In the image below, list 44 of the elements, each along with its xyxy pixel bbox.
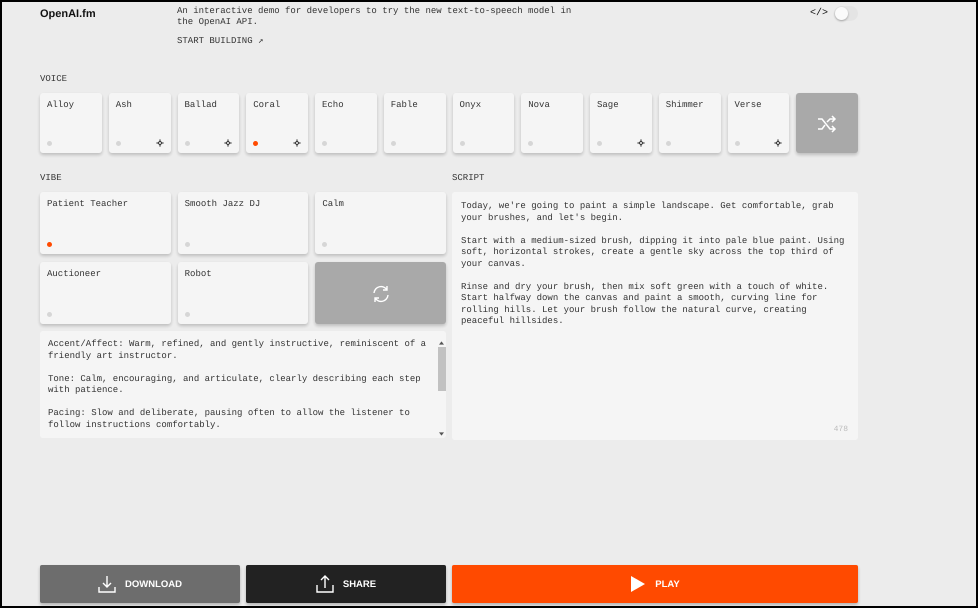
character-count: 478 [834,425,848,434]
section-label: SCRIPT [452,173,484,183]
share-button[interactable]: SHARE [246,565,446,603]
scroll-down-icon[interactable] [439,432,444,436]
sparkle-icon [293,139,301,147]
scroll-up-icon[interactable] [439,341,444,345]
voice-card[interactable]: Coral [246,93,308,153]
scrollbar[interactable] [437,339,446,438]
play-icon [630,575,646,593]
refresh-button[interactable] [315,262,446,324]
voice-card[interactable]: Onyx [452,93,514,153]
voice-card[interactable]: Ash [108,93,170,153]
sparkle-icon [156,139,164,147]
vibe-card[interactable]: Robot [178,262,308,324]
vibe-card[interactable]: Patient Teacher [40,192,171,254]
voice-card[interactable]: Sage [590,93,652,153]
sparkle-icon [224,139,232,147]
shuffle-icon [816,114,838,132]
voice-card[interactable]: Verse [728,93,790,153]
voice-card[interactable]: Echo [315,93,377,153]
instructions-field[interactable]: Accent/Affect: Warm, refined, and gently instructive, reminiscent of a friendly art instructor. Tone: Calm, encouraging, and articulate, clearly describing each step with patience. Pacing: Slow and deliberate, pausing often to allow the listener to follow instructions comfortably. [40,331,446,438]
download-icon [98,575,116,593]
refresh-icon [370,284,391,304]
voice-card[interactable]: Nova [521,93,583,153]
description: An interactive demo for developers to try the new text-to-speech model in the OpenAI API. [177,6,572,28]
vibe-card[interactable]: Auctioneer [40,262,171,324]
sparkle-icon [774,139,782,147]
download-button[interactable]: DOWNLOAD [40,565,240,603]
voice-card[interactable]: Shimmer [658,93,720,153]
code-icon[interactable]: </> [810,8,828,19]
voice-card[interactable]: Ballad [178,93,240,153]
section-label: VIBE [40,173,62,183]
voice-card[interactable]: Alloy [40,93,102,153]
script-field[interactable]: Today, we're going to paint a simple landscape. Get comfortable, grab your brushes, and let's begin. Start with a medium-sized brush, dipping it into pale blue paint. Using soft, horizontal strokes, create a gentle sky across the top third of your canvas. Rinse and dry your brush, then mix soft green with a touch of white. Start halfway down the canvas and paint a smooth, curving line for rolling hills. Let your brush follow the natural curve, creating peaceful hillsides. 478 [452,192,858,440]
shuffle-button[interactable] [796,93,858,153]
vibe-card[interactable]: Calm [315,192,446,254]
logo[interactable]: OpenAI.fm [40,8,177,20]
start-building-link[interactable]: START BUILDING ↗ [177,36,264,46]
vibe-card[interactable]: Smooth Jazz DJ [178,192,308,254]
upload-icon [316,575,334,593]
sparkle-icon [636,139,645,147]
toggle-switch[interactable] [834,6,858,21]
section-label: VOICE [40,74,68,84]
voice-card[interactable]: Fable [384,93,446,153]
